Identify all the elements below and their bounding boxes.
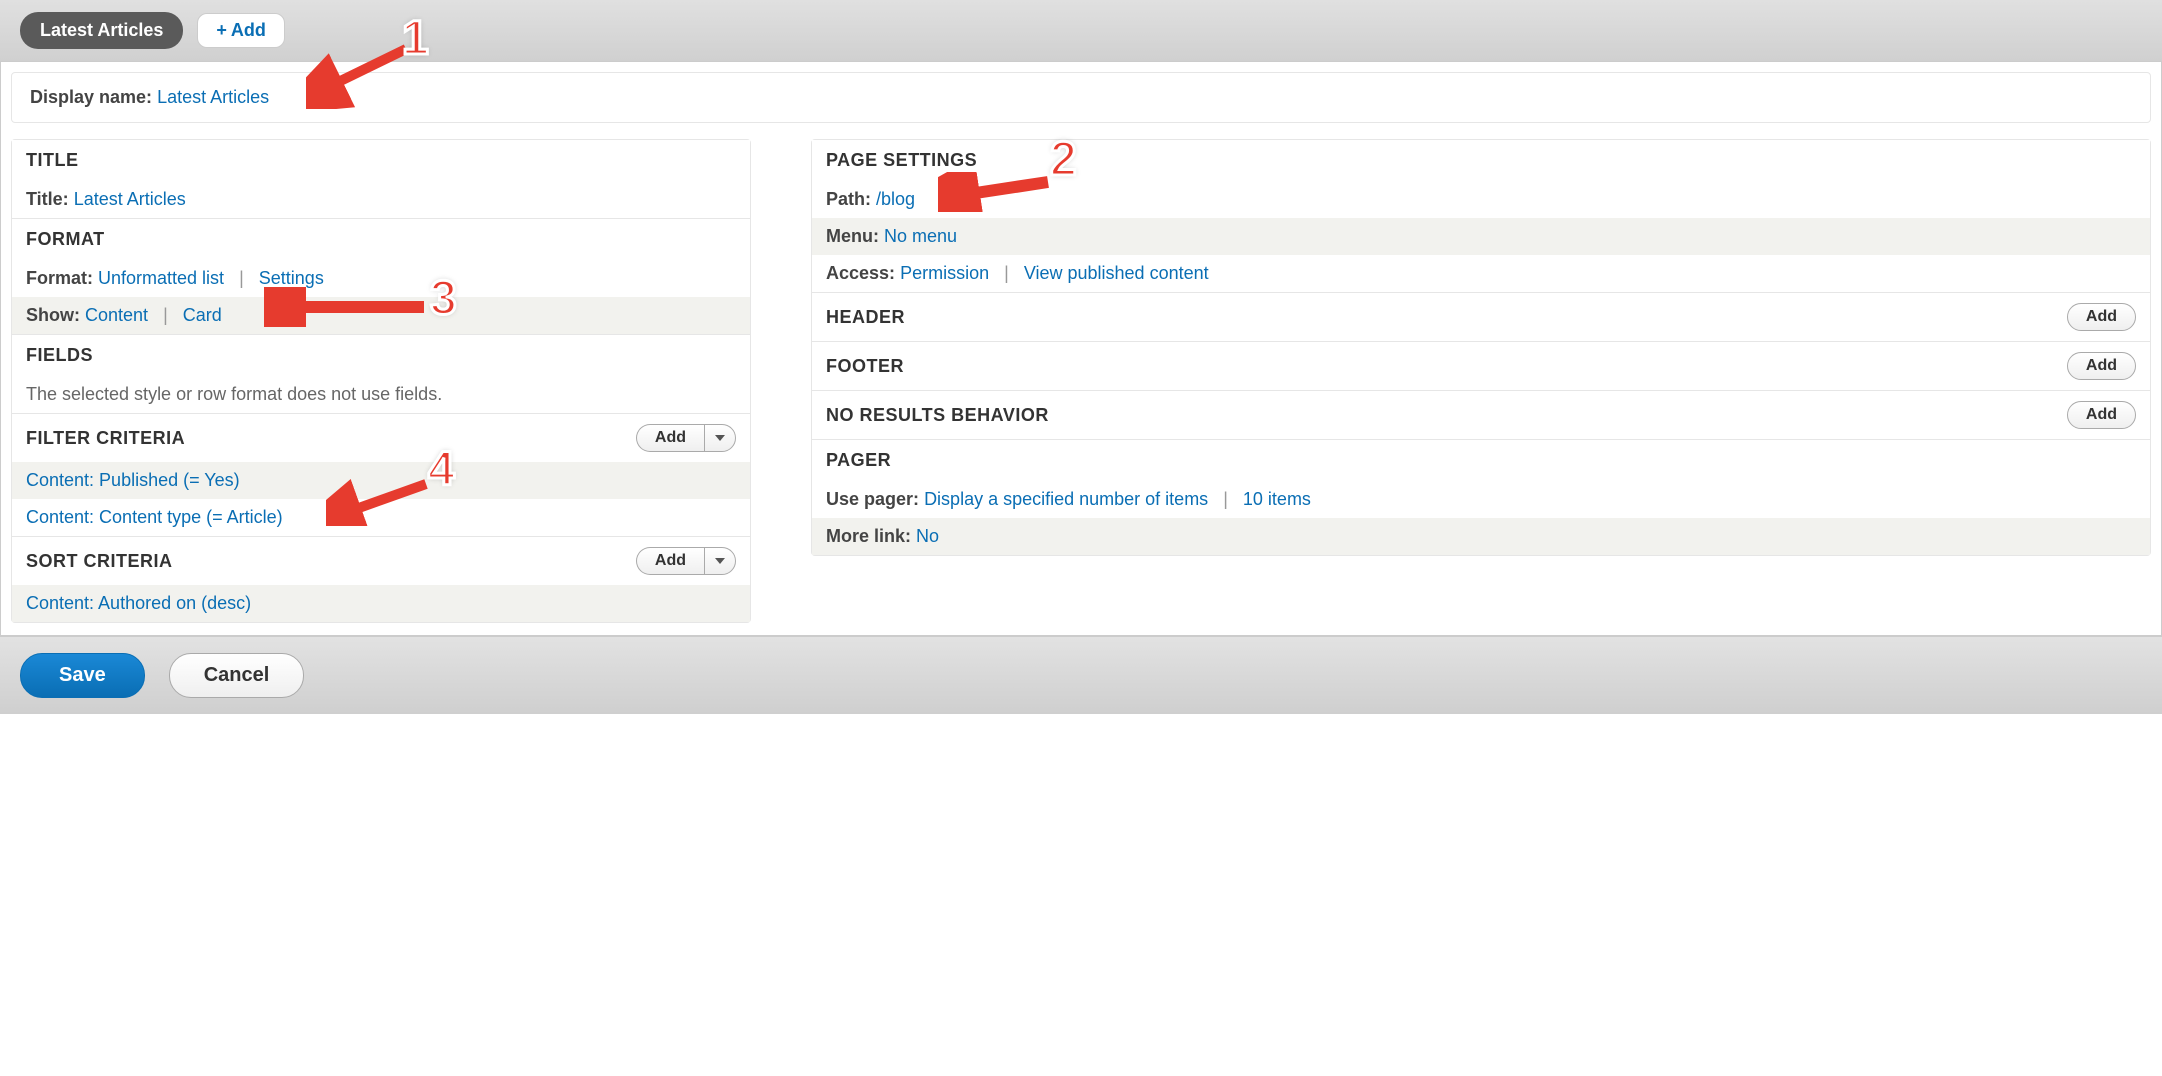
use-pager-label: Use pager: — [826, 489, 919, 509]
show-value-link[interactable]: Content — [85, 305, 148, 325]
filter-add-dropdown[interactable] — [704, 424, 736, 452]
footer-add-button[interactable]: Add — [2067, 352, 2136, 380]
display-name-value[interactable]: Latest Articles — [157, 87, 269, 107]
sort-add-button[interactable]: Add — [636, 547, 704, 575]
page-settings-heading: PAGE SETTINGS — [812, 140, 2150, 181]
display-tab-latest-articles[interactable]: Latest Articles — [20, 12, 183, 49]
menu-label: Menu: — [826, 226, 879, 246]
footer-add-label: Add — [2086, 357, 2117, 374]
cancel-button[interactable]: Cancel — [169, 653, 305, 698]
fields-heading: FIELDS — [12, 335, 750, 376]
fields-help-text: The selected style or row format does no… — [12, 376, 750, 413]
separator: | — [1004, 263, 1009, 283]
no-results-heading: NO RESULTS BEHAVIOR — [826, 405, 1049, 426]
pager-heading: PAGER — [812, 440, 2150, 481]
title-section: TITLE Title: Latest Articles — [12, 140, 750, 219]
path-label: Path: — [826, 189, 871, 209]
more-link-label: More link: — [826, 526, 911, 546]
title-label: Title: — [26, 189, 69, 209]
separator: | — [163, 305, 168, 325]
filter-criteria-section: FILTER CRITERIA Add Content: Published (… — [12, 414, 750, 537]
add-display-button[interactable]: + Add — [197, 13, 285, 48]
filter-item-content-type[interactable]: Content: Content type (= Article) — [26, 507, 283, 527]
format-heading: FORMAT — [12, 219, 750, 260]
use-pager-value-link[interactable]: Display a specified number of items — [924, 489, 1208, 509]
menu-value-link[interactable]: No menu — [884, 226, 957, 246]
more-link-value[interactable]: No — [916, 526, 939, 546]
footer-heading: FOOTER — [826, 356, 904, 377]
access-value-link[interactable]: Permission — [900, 263, 989, 283]
path-value-link[interactable]: /blog — [876, 189, 915, 209]
fields-section: FIELDS The selected style or row format … — [12, 335, 750, 414]
sort-add-label: Add — [655, 552, 686, 569]
filter-add-button[interactable]: Add — [636, 424, 704, 452]
filter-item-published[interactable]: Content: Published (= Yes) — [26, 470, 240, 490]
access-view-published-link[interactable]: View published content — [1024, 263, 1209, 283]
header-heading: HEADER — [826, 307, 905, 328]
header-add-button[interactable]: Add — [2067, 303, 2136, 331]
format-settings-link[interactable]: Settings — [259, 268, 324, 288]
title-heading: TITLE — [12, 140, 750, 181]
page-settings-section: PAGE SETTINGS Path: /blog Menu: No menu … — [812, 140, 2150, 293]
sort-heading: SORT CRITERIA — [26, 551, 173, 572]
chevron-down-icon — [715, 435, 725, 441]
save-label: Save — [59, 664, 106, 686]
format-value-link[interactable]: Unformatted list — [98, 268, 224, 288]
sort-add-dropdown[interactable] — [704, 547, 736, 575]
separator: | — [239, 268, 244, 288]
no-results-add-label: Add — [2086, 406, 2117, 423]
cancel-label: Cancel — [204, 664, 270, 686]
separator: | — [1223, 489, 1228, 509]
action-bar: Save Cancel — [0, 636, 2162, 714]
pager-items-link[interactable]: 10 items — [1243, 489, 1311, 509]
header-add-label: Add — [2086, 308, 2117, 325]
access-label: Access: — [826, 263, 895, 283]
filter-add-label: Add — [655, 429, 686, 446]
sort-criteria-section: SORT CRITERIA Add Content: Authored on (… — [12, 537, 750, 622]
format-label: Format: — [26, 268, 93, 288]
show-label: Show: — [26, 305, 80, 325]
display-tab-label: Latest Articles — [40, 20, 163, 40]
footer-section: FOOTER Add — [812, 342, 2150, 391]
show-card-link[interactable]: Card — [183, 305, 222, 325]
plus-icon: + — [216, 20, 227, 41]
filter-heading: FILTER CRITERIA — [26, 428, 185, 449]
sort-item-authored-on[interactable]: Content: Authored on (desc) — [26, 593, 251, 613]
no-results-section: NO RESULTS BEHAVIOR Add — [812, 391, 2150, 440]
display-name-label: Display name: — [30, 87, 152, 107]
displays-tab-bar: Latest Articles + Add — [0, 0, 2162, 62]
add-display-label: Add — [231, 20, 266, 41]
chevron-down-icon — [715, 558, 725, 564]
no-results-add-button[interactable]: Add — [2067, 401, 2136, 429]
save-button[interactable]: Save — [20, 653, 145, 698]
display-name-row: Display name: Latest Articles 1 — [11, 72, 2151, 123]
format-section: FORMAT Format: Unformatted list | Settin… — [12, 219, 750, 335]
header-section: HEADER Add — [812, 293, 2150, 342]
title-value-link[interactable]: Latest Articles — [74, 189, 186, 209]
pager-section: PAGER Use pager: Display a specified num… — [812, 440, 2150, 555]
